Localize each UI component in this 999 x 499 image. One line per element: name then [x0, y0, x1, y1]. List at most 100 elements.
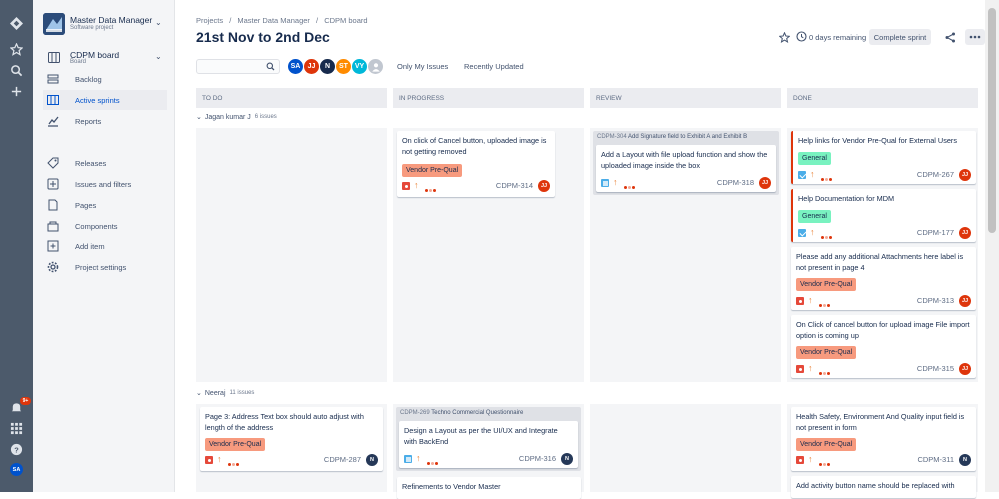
issue-key[interactable]: CDPM-177: [917, 228, 954, 239]
swimlane-count: 6 issues: [254, 114, 277, 120]
assignee-avatar[interactable]: JJ: [538, 180, 550, 192]
assignee-avatar[interactable]: JJ: [959, 227, 971, 239]
issue-card[interactable]: Refinements to Vendor Master: [397, 477, 581, 499]
sidebar-item-add-item[interactable]: Add item: [43, 236, 167, 256]
parent-issue-header[interactable]: CDPM-304 Add Signature field to Exhibit …: [597, 134, 747, 140]
issue-card[interactable]: Please add any additional Attachments he…: [791, 247, 976, 310]
priority-high-icon: ↑: [808, 295, 813, 305]
issue-key[interactable]: CDPM-313: [917, 296, 954, 307]
card-footer: ↑ CDPM-313 JJ: [796, 295, 971, 307]
assignee-avatar[interactable]: N: [561, 453, 573, 465]
issue-key[interactable]: CDPM-311: [917, 455, 954, 466]
sidebar-item-label: Project settings: [75, 262, 127, 272]
search-icon[interactable]: [9, 63, 24, 78]
issue-key[interactable]: CDPM-267: [917, 170, 954, 181]
sidebar-item-project-settings[interactable]: Project settings: [43, 257, 167, 277]
user-avatar[interactable]: SA: [10, 463, 23, 476]
share-icon[interactable]: [945, 32, 956, 43]
bug-icon: [205, 456, 213, 464]
add-item-icon: [47, 239, 67, 253]
issue-key[interactable]: CDPM-315: [917, 364, 954, 375]
issue-card[interactable]: On click of Cancel button, uploaded imag…: [397, 131, 555, 197]
priority-high-icon: ↑: [808, 454, 813, 464]
sidebar-item-releases[interactable]: Releases: [43, 153, 167, 173]
sidebar-item-label: Components: [75, 221, 118, 231]
scrollbar-thumb[interactable]: [988, 8, 996, 233]
page-title: 21st Nov to 2nd Dec: [196, 29, 330, 45]
star-icon[interactable]: [778, 31, 791, 43]
create-icon[interactable]: [9, 84, 24, 99]
parent-issue-summary: Techno Commercial Questionnaire: [431, 410, 524, 416]
swimlane-header[interactable]: ⌄ Neeraj 11 issues: [196, 389, 254, 398]
more-actions-button[interactable]: [965, 29, 985, 45]
sidebar-item-label: Issues and filters: [75, 179, 132, 189]
filter-avatar-sa[interactable]: SA: [287, 58, 304, 75]
estimate-dots: [821, 174, 835, 181]
assignee-avatar[interactable]: JJ: [959, 363, 971, 375]
issue-summary: On Click of cancel button for upload ima…: [796, 320, 970, 340]
issue-card[interactable]: Design a Layout as per the UI/UX and Int…: [399, 421, 578, 468]
filter-avatar-jj[interactable]: JJ: [303, 58, 320, 75]
issue-key[interactable]: CDPM-316: [519, 454, 556, 465]
assignee-avatar[interactable]: N: [366, 454, 378, 466]
swimlane-name: Jagan kumar J: [204, 113, 251, 121]
task-icon: [798, 229, 806, 237]
breadcrumb-project[interactable]: Master Data Manager: [237, 16, 310, 25]
issue-card[interactable]: Page 3: Address Text box should auto adj…: [200, 407, 383, 471]
filter-avatar-n[interactable]: N: [319, 58, 336, 75]
recently-updated-filter[interactable]: Recently Updated: [464, 62, 524, 71]
issue-card[interactable]: Help links for Vendor Pre-Qual for Exter…: [791, 131, 976, 184]
releases-icon: [47, 156, 67, 170]
sidebar-item-backlog[interactable]: Backlog: [43, 69, 167, 89]
card-footer: ↑ CDPM-267 JJ: [798, 169, 971, 181]
breadcrumb-board[interactable]: CDPM board: [324, 16, 367, 25]
scrollbar[interactable]: [985, 0, 999, 492]
chevron-down-icon[interactable]: ⌄: [155, 52, 162, 61]
assignee-avatar[interactable]: JJ: [959, 295, 971, 307]
issue-card[interactable]: Help Documentation for MDM General ↑ CDP…: [791, 189, 976, 242]
help-icon[interactable]: ?: [9, 442, 24, 457]
issue-key[interactable]: CDPM-287: [324, 455, 361, 466]
sidebar-item-label: Active sprints: [75, 95, 120, 105]
assignee-avatar[interactable]: JJ: [959, 169, 971, 181]
sidebar-item-label: Backlog: [75, 74, 102, 84]
priority-high-icon: ↑: [414, 180, 419, 190]
sidebar-item-active-sprints[interactable]: Active sprints: [43, 90, 167, 110]
epic-label: Vendor Pre-Qual: [205, 438, 266, 451]
chevron-down-icon[interactable]: ⌄: [155, 18, 162, 27]
issue-card[interactable]: Add activity button name should be repla…: [791, 476, 976, 498]
filter-avatar-st[interactable]: ST: [335, 58, 352, 75]
settings-icon: [47, 260, 67, 274]
swimlane-header[interactable]: ⌄ Jagan kumar J 6 issues: [196, 113, 277, 122]
star-icon[interactable]: [9, 42, 24, 57]
breadcrumb-projects[interactable]: Projects: [196, 16, 223, 25]
filter-avatar-unassigned[interactable]: [367, 58, 384, 75]
app-switcher-icon[interactable]: [9, 421, 24, 436]
only-my-issues-filter[interactable]: Only My Issues: [397, 62, 448, 71]
issue-summary: Refinements to Vendor Master: [402, 482, 501, 491]
pages-icon: [47, 198, 67, 212]
bug-icon: [796, 297, 804, 305]
search-input[interactable]: [196, 59, 280, 74]
issue-key[interactable]: CDPM-318: [717, 178, 754, 189]
assignee-avatar[interactable]: JJ: [759, 177, 771, 189]
breadcrumb-separator: /: [316, 16, 319, 25]
sidebar-item-issues-and-filters[interactable]: Issues and filters: [43, 174, 167, 194]
issue-card[interactable]: Health Safety, Environment And Quality i…: [791, 407, 976, 471]
assignee-avatar[interactable]: N: [959, 454, 971, 466]
sidebar-item-reports[interactable]: Reports: [43, 111, 167, 131]
issue-card[interactable]: Add a Layout with file upload function a…: [596, 145, 776, 192]
sidebar-item-pages[interactable]: Pages: [43, 195, 167, 215]
task-icon: [798, 171, 806, 179]
estimate-dots: [819, 300, 833, 307]
issue-key[interactable]: CDPM-314: [496, 181, 533, 192]
jira-logo-icon[interactable]: [9, 16, 24, 31]
board-main: Projects / Master Data Manager / CDPM bo…: [175, 0, 999, 499]
issue-summary: Help links for Vendor Pre-Qual for Exter…: [798, 136, 957, 145]
filter-avatar-vy[interactable]: VY: [351, 58, 368, 75]
sidebar-item-components[interactable]: Components: [43, 216, 167, 236]
complete-sprint-button[interactable]: Complete sprint: [869, 29, 931, 45]
issue-card[interactable]: On Click of cancel button for upload ima…: [791, 315, 976, 378]
parent-issue-header[interactable]: CDPM-269 Techno Commercial Questionnaire: [400, 410, 523, 416]
column-header-in-progress: IN PROGRESS: [393, 88, 584, 108]
